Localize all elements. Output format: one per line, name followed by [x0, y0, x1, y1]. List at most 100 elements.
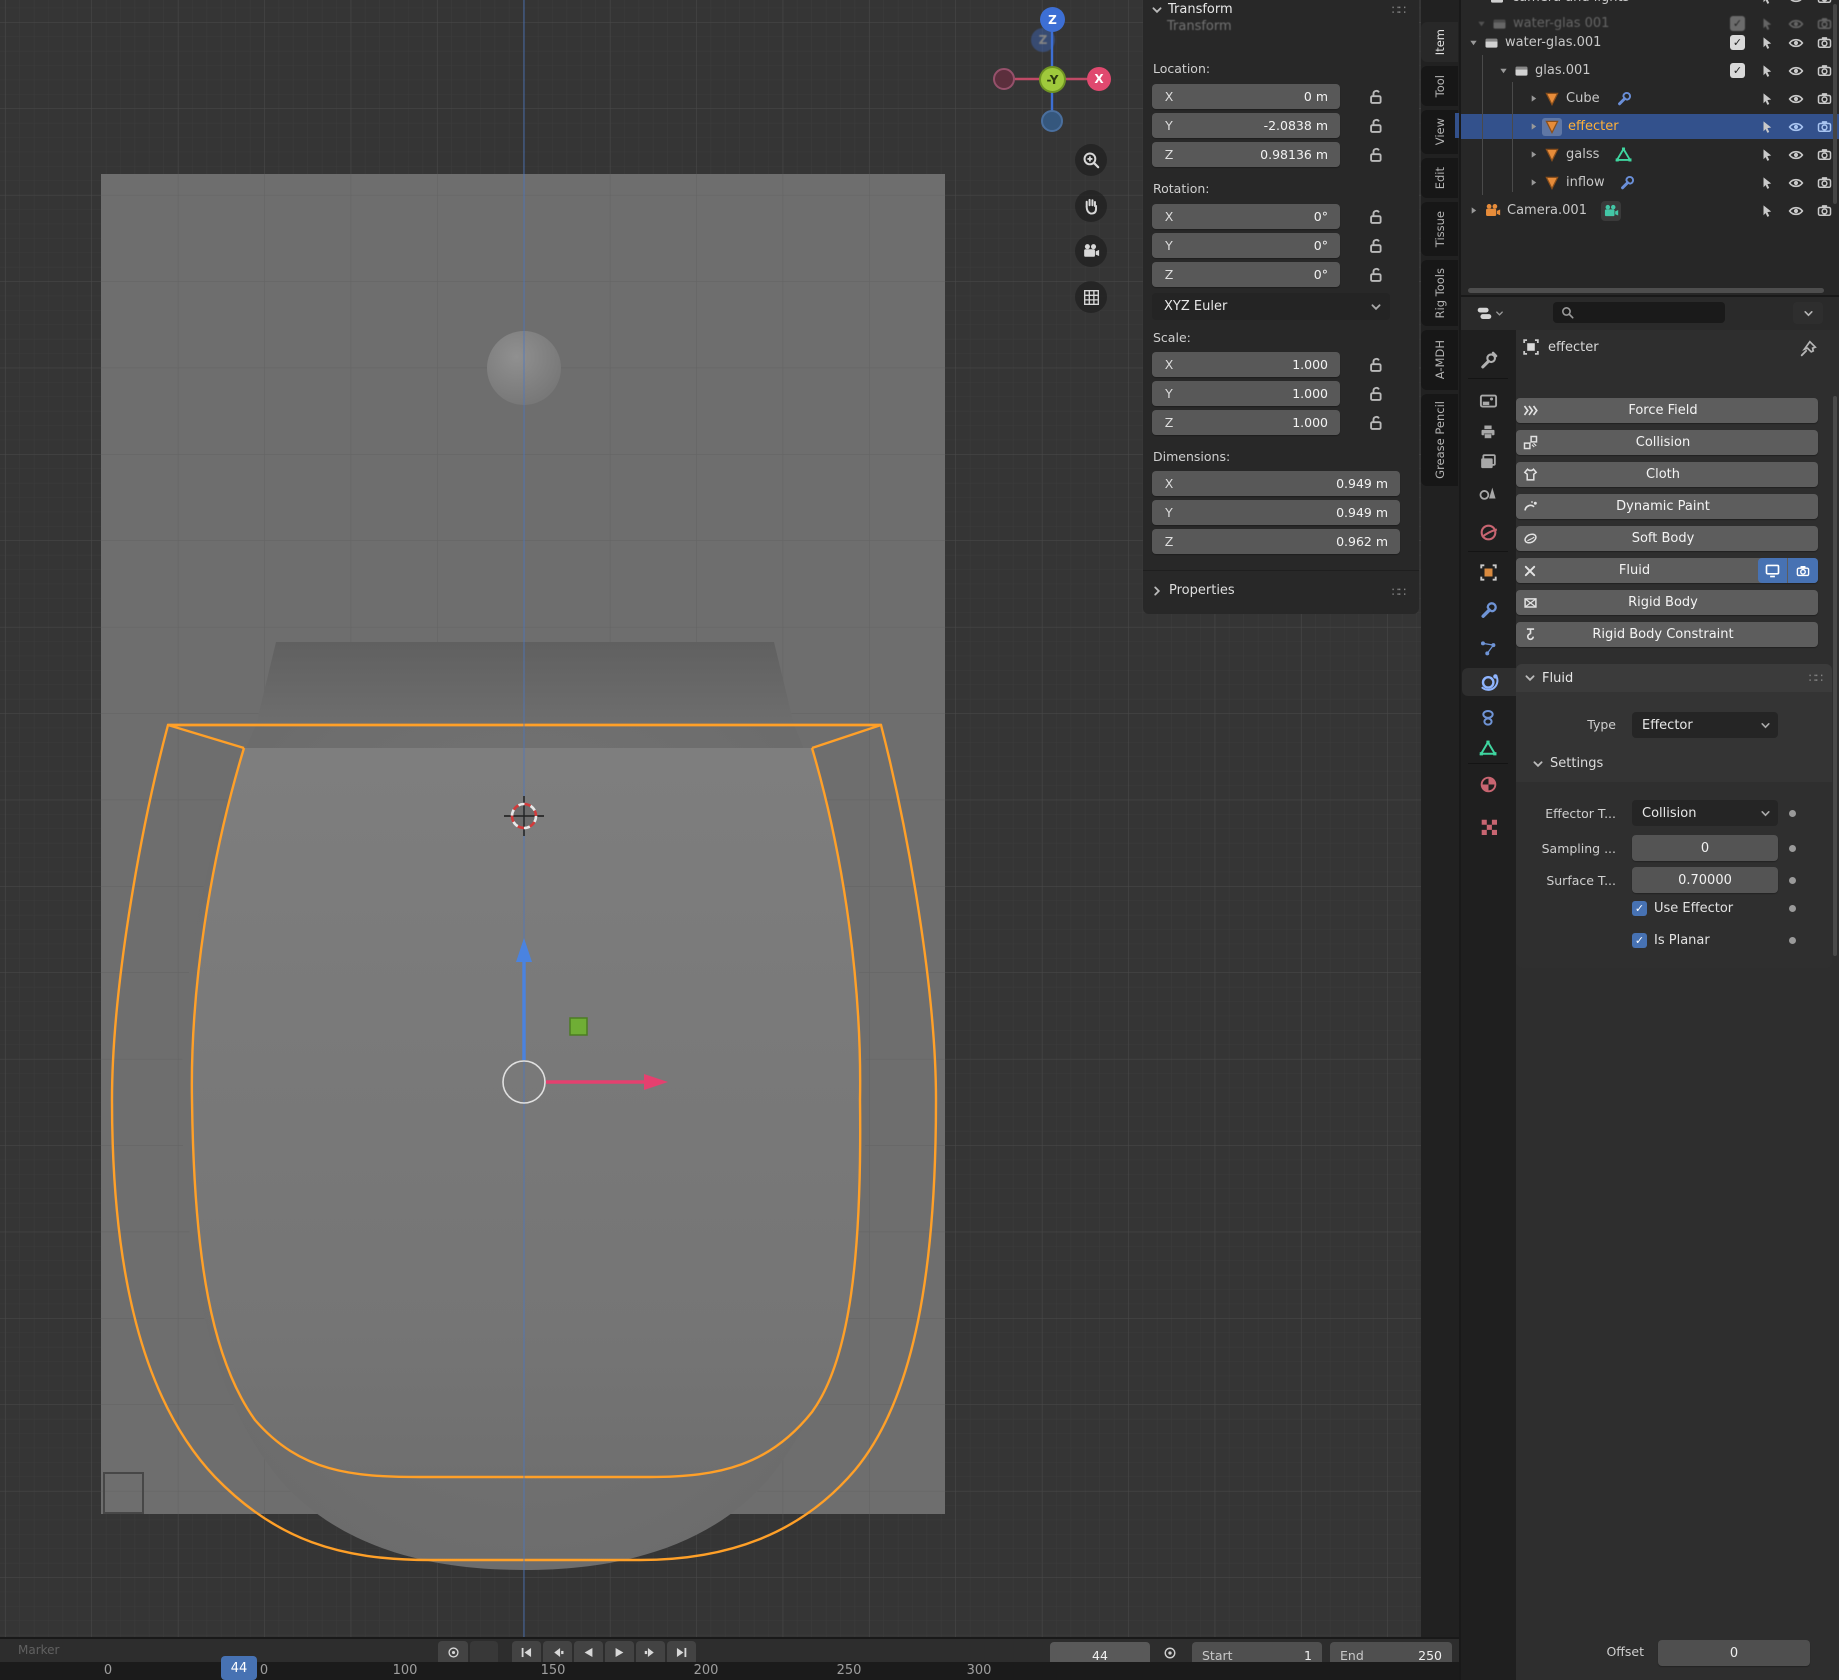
- location-y-field[interactable]: Y-2.0838 m: [1152, 113, 1340, 138]
- tab-view[interactable]: View: [1421, 110, 1458, 154]
- navigation-gizmo[interactable]: Z Z X -Y: [985, 0, 1125, 150]
- jump-to-end-button[interactable]: [667, 1641, 696, 1662]
- use-effector-checkbox[interactable]: ✓: [1632, 901, 1647, 916]
- collection-checkbox[interactable]: ✓: [1723, 35, 1752, 50]
- disclosure-triangle[interactable]: [1526, 150, 1540, 159]
- rigid-body-button[interactable]: Rigid Body: [1516, 590, 1818, 615]
- rotation-z-field[interactable]: Z0°: [1152, 262, 1340, 287]
- scale-y-field[interactable]: Y1.000: [1152, 381, 1340, 406]
- dimensions-y-field[interactable]: Y0.949 m: [1152, 500, 1400, 525]
- tab-physics[interactable]: [1462, 668, 1516, 696]
- camera-view-button[interactable]: [1075, 235, 1107, 267]
- force-field-button[interactable]: Force Field: [1516, 398, 1818, 423]
- timeline-divider[interactable]: [0, 1637, 1460, 1639]
- fluid-type-dropdown[interactable]: Effector: [1632, 712, 1778, 738]
- render-visibility-icon[interactable]: [1810, 203, 1839, 218]
- animate-dot[interactable]: [1789, 845, 1796, 852]
- lock-icon[interactable]: [1360, 84, 1390, 109]
- tab-tool[interactable]: Tool: [1421, 66, 1458, 106]
- disclosure-triangle[interactable]: [1526, 94, 1540, 103]
- soft-body-button[interactable]: Soft Body: [1516, 526, 1818, 551]
- offset-field[interactable]: 0: [1658, 1640, 1810, 1666]
- selectable-toggle[interactable]: [1752, 120, 1781, 134]
- glass-rim[interactable]: [256, 642, 794, 725]
- tab-tool[interactable]: [1468, 346, 1508, 374]
- breadcrumb-object-name[interactable]: effecter: [1548, 340, 1599, 355]
- lock-icon[interactable]: [1360, 233, 1390, 258]
- lock-icon[interactable]: [1360, 381, 1390, 406]
- tab-a-mdh[interactable]: A-MDH: [1421, 330, 1458, 390]
- location-z-field[interactable]: Z0.98136 m: [1152, 142, 1340, 167]
- lock-icon[interactable]: [1360, 262, 1390, 287]
- selectable-toggle[interactable]: [1752, 92, 1781, 106]
- timeline-menu-marker[interactable]: Marker: [18, 1643, 59, 1657]
- disclosure-triangle[interactable]: [1496, 66, 1510, 75]
- previous-keyframe-button[interactable]: [543, 1641, 572, 1662]
- tab-edit[interactable]: Edit: [1421, 158, 1458, 198]
- tab-texture[interactable]: [1468, 812, 1508, 840]
- auto-keying-button[interactable]: [1156, 1641, 1184, 1662]
- header-options-button[interactable]: [1793, 302, 1823, 324]
- editor-type-button[interactable]: [1466, 301, 1514, 325]
- disclosure-triangle[interactable]: [1466, 38, 1480, 47]
- selectable-toggle[interactable]: [1752, 176, 1781, 190]
- dimensions-z-field[interactable]: Z0.962 m: [1152, 529, 1400, 554]
- pan-button[interactable]: [1075, 190, 1107, 222]
- properties-scrollbar[interactable]: [1833, 396, 1837, 956]
- lock-icon[interactable]: [1360, 410, 1390, 435]
- pin-icon[interactable]: [1800, 340, 1817, 357]
- eye-icon[interactable]: [1781, 175, 1810, 191]
- eye-icon[interactable]: [1781, 203, 1810, 219]
- tab-rig-tools[interactable]: Rig Tools: [1421, 260, 1458, 326]
- effector-type-dropdown[interactable]: Collision: [1632, 800, 1778, 826]
- fluid-render-toggle[interactable]: [1788, 558, 1818, 583]
- eye-icon[interactable]: [1781, 119, 1810, 135]
- selectable-toggle[interactable]: [1752, 148, 1781, 162]
- disclosure-triangle[interactable]: [1526, 122, 1540, 131]
- collision-button[interactable]: Collision: [1516, 430, 1818, 455]
- tab-item[interactable]: Item: [1421, 22, 1458, 62]
- tab-particles[interactable]: [1468, 634, 1508, 662]
- properties-subpanel-header[interactable]: Properties: [1151, 583, 1235, 598]
- eye-icon[interactable]: [1781, 91, 1810, 107]
- selectable-toggle[interactable]: [1752, 36, 1781, 50]
- outliner-scrollbar[interactable]: [1468, 288, 1824, 293]
- is-planar-row[interactable]: ✓ Is Planar: [1632, 933, 1710, 948]
- orthographic-toggle-button[interactable]: [1075, 281, 1107, 313]
- sync-button[interactable]: [438, 1641, 468, 1662]
- timeline-ruler[interactable]: 0 0 100 150 200 250 300: [0, 1662, 1460, 1680]
- rotation-mode-dropdown[interactable]: XYZ Euler: [1152, 293, 1390, 320]
- tab-object-data[interactable]: [1468, 734, 1508, 762]
- rotation-y-field[interactable]: Y0°: [1152, 233, 1340, 258]
- editor-divider-vertical[interactable]: [1459, 0, 1461, 1680]
- outliner-row-inflow[interactable]: inflow: [1460, 170, 1839, 195]
- settings-subpanel-header[interactable]: Settings: [1532, 756, 1603, 771]
- editor-divider-horizontal[interactable]: [1460, 295, 1839, 297]
- scale-x-field[interactable]: X1.000: [1152, 352, 1340, 377]
- jump-to-start-button[interactable]: [512, 1641, 541, 1662]
- disclosure-triangle[interactable]: [1526, 178, 1540, 187]
- surface-thickness-field[interactable]: 0.70000: [1632, 867, 1778, 893]
- tab-modifiers[interactable]: [1468, 596, 1508, 624]
- play-reverse-button[interactable]: [574, 1641, 603, 1662]
- lock-icon[interactable]: [1360, 352, 1390, 377]
- end-frame-field[interactable]: End 250: [1330, 1642, 1452, 1662]
- start-frame-field[interactable]: Start 1: [1192, 1642, 1322, 1662]
- rotation-x-field[interactable]: X0°: [1152, 204, 1340, 229]
- tab-object[interactable]: [1468, 558, 1508, 586]
- collection-checkbox[interactable]: ✓: [1723, 63, 1752, 78]
- use-effector-row[interactable]: ✓ Use Effector: [1632, 901, 1733, 916]
- is-planar-checkbox[interactable]: ✓: [1632, 933, 1647, 948]
- tab-scene[interactable]: [1468, 478, 1508, 506]
- panel-grip-icon[interactable]: ∷∷: [1392, 3, 1405, 17]
- current-frame-badge[interactable]: 44: [221, 1656, 257, 1680]
- axis-neg-x-ball[interactable]: [993, 68, 1015, 90]
- outliner-row-glas-collection[interactable]: glas.001 ✓: [1460, 58, 1839, 83]
- rigid-body-constraint-button[interactable]: Rigid Body Constraint: [1516, 622, 1818, 647]
- axis-z-ball[interactable]: Z: [1040, 7, 1065, 32]
- tab-output[interactable]: [1468, 418, 1508, 446]
- lock-icon[interactable]: [1360, 142, 1390, 167]
- keying-set-button[interactable]: [470, 1641, 498, 1662]
- selectable-toggle[interactable]: [1752, 204, 1781, 218]
- panel-grip-icon[interactable]: ∷∷: [1809, 671, 1822, 685]
